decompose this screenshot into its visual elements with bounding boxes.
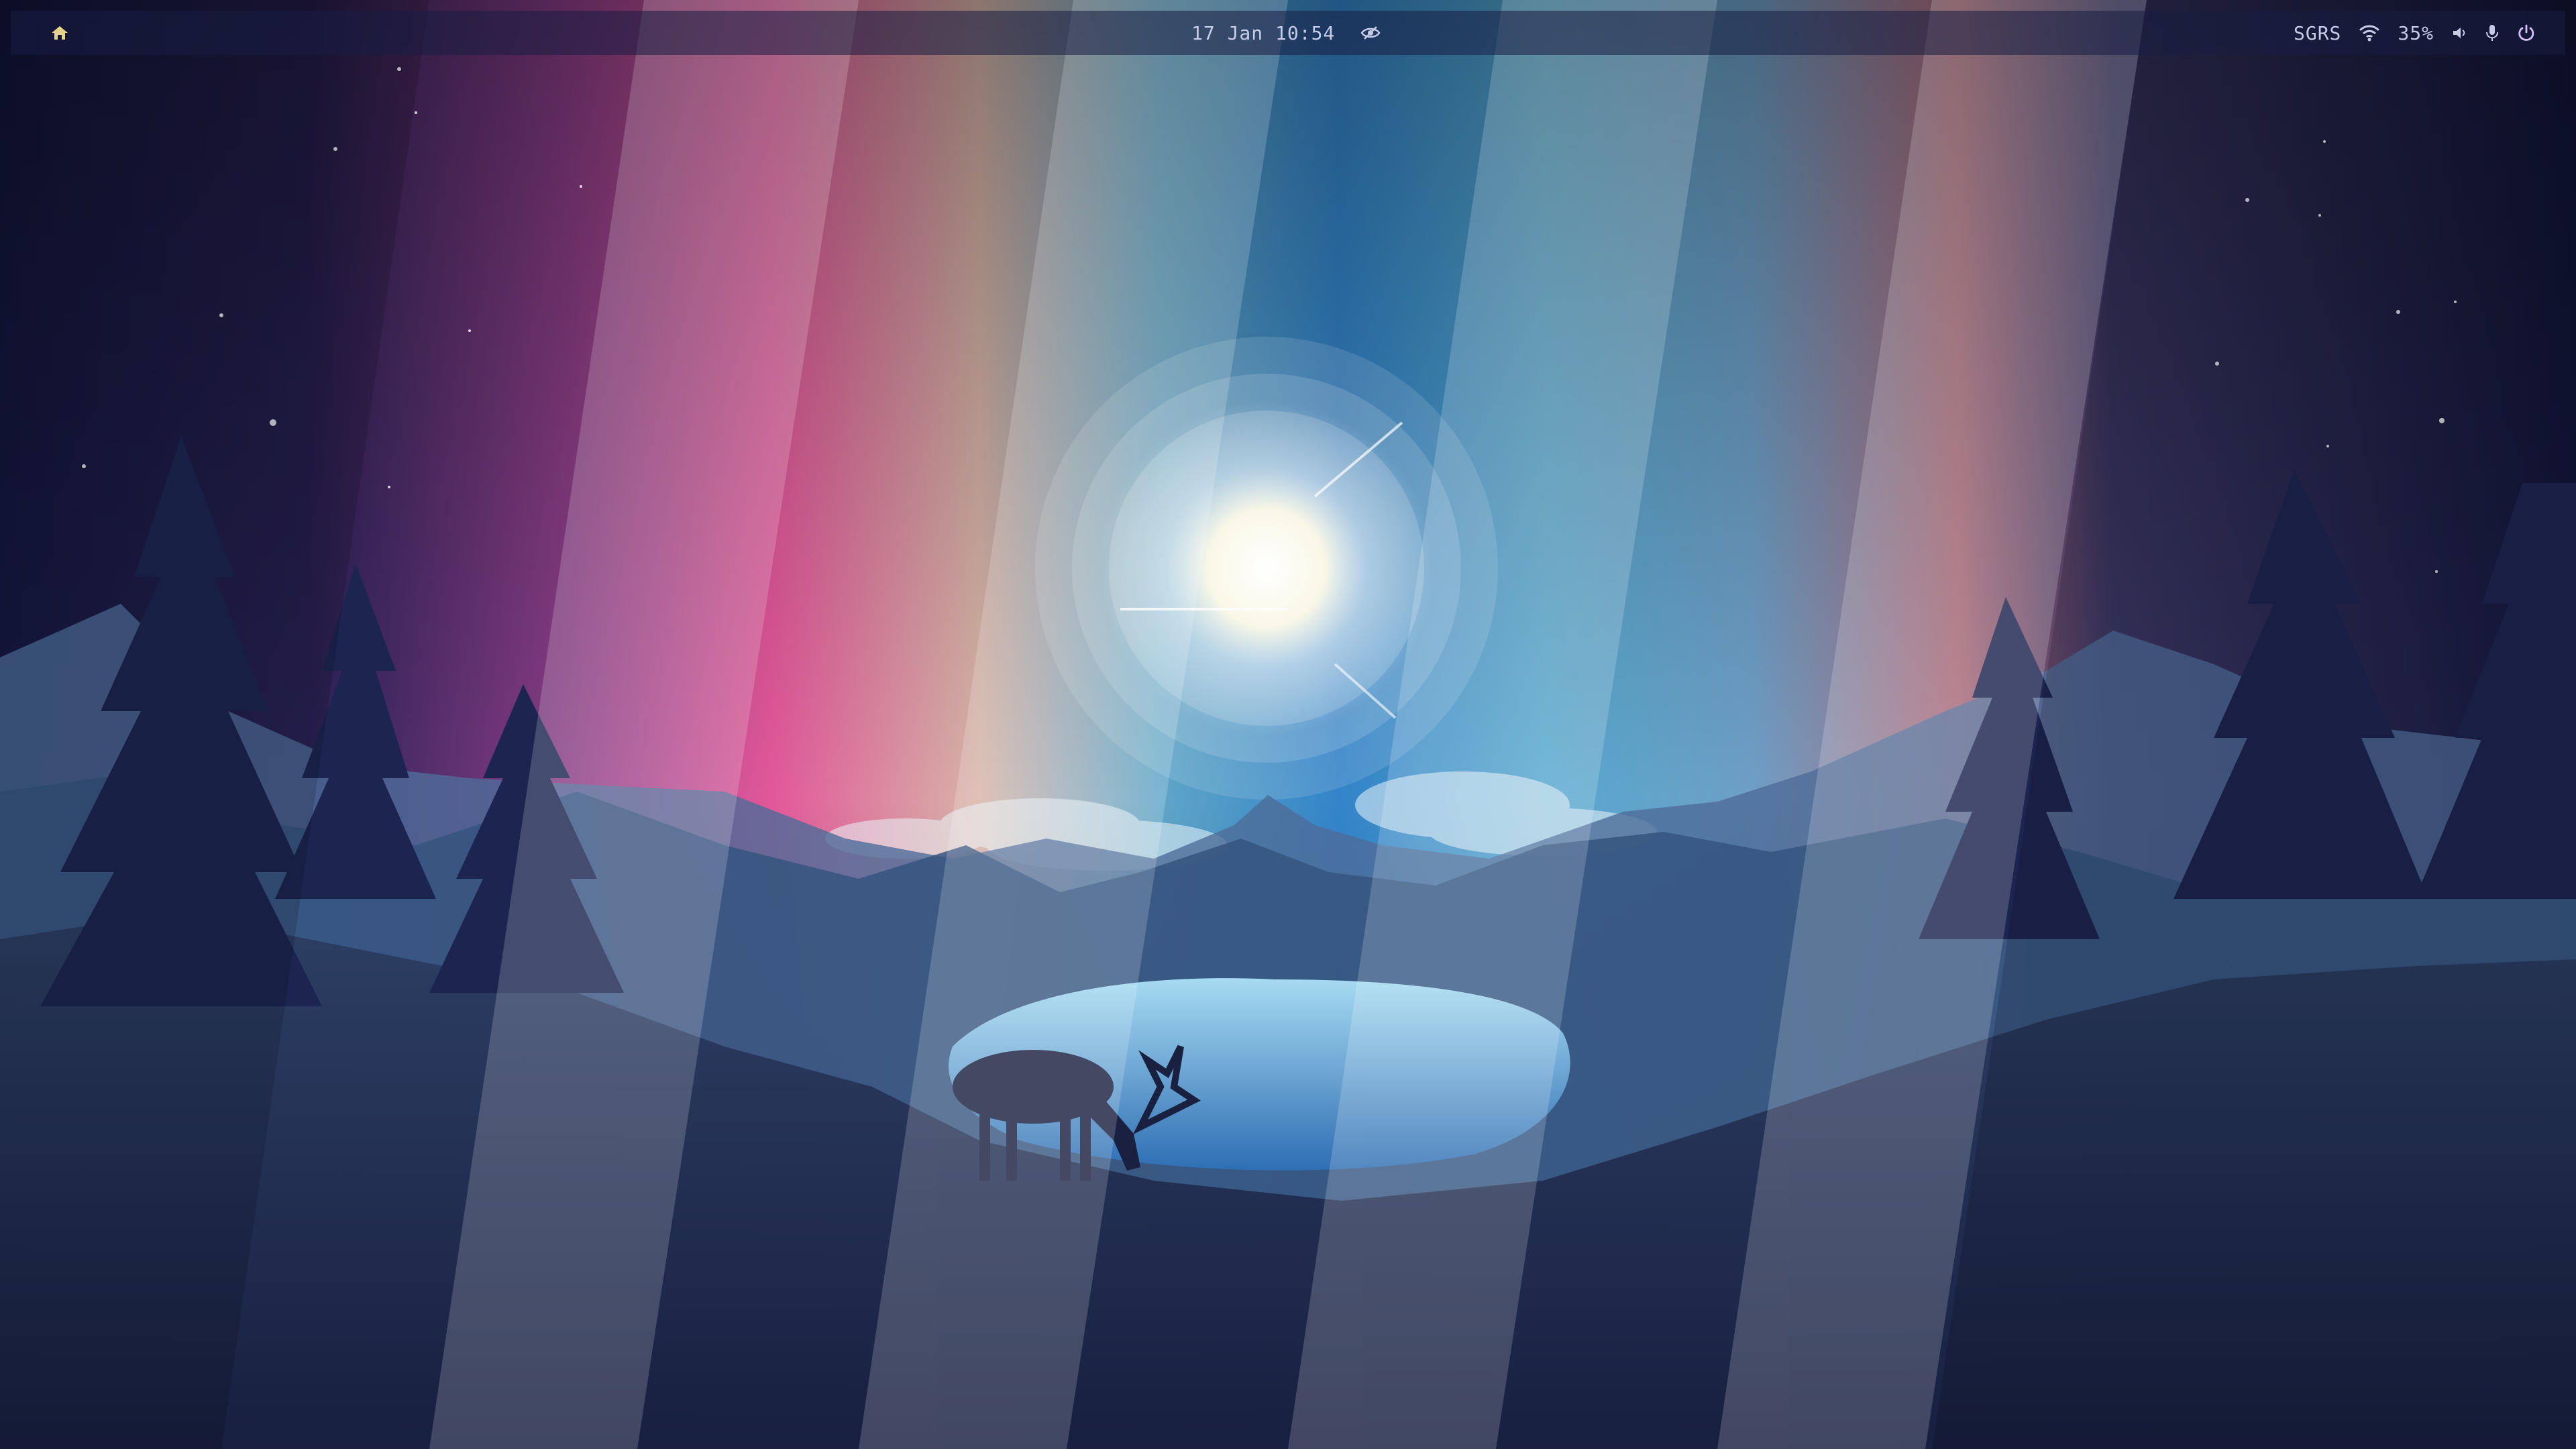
- volume-icon[interactable]: [2451, 25, 2467, 41]
- home-icon[interactable]: [51, 25, 68, 41]
- microphone-icon[interactable]: [2485, 23, 2500, 42]
- wifi-icon[interactable]: [2359, 24, 2380, 42]
- datetime[interactable]: 17 Jan 10:54: [1191, 22, 1335, 44]
- power-icon[interactable]: [2517, 23, 2536, 42]
- battery-level[interactable]: 35%: [2398, 22, 2434, 44]
- top-bar: 17 Jan 10:54 SGRS 35%: [11, 11, 2565, 55]
- user-label[interactable]: SGRS: [2294, 22, 2341, 44]
- desktop: 17 Jan 10:54 SGRS 35%: [0, 0, 2576, 1449]
- eye-icon[interactable]: [1360, 25, 1381, 40]
- wallpaper: [0, 0, 2576, 1449]
